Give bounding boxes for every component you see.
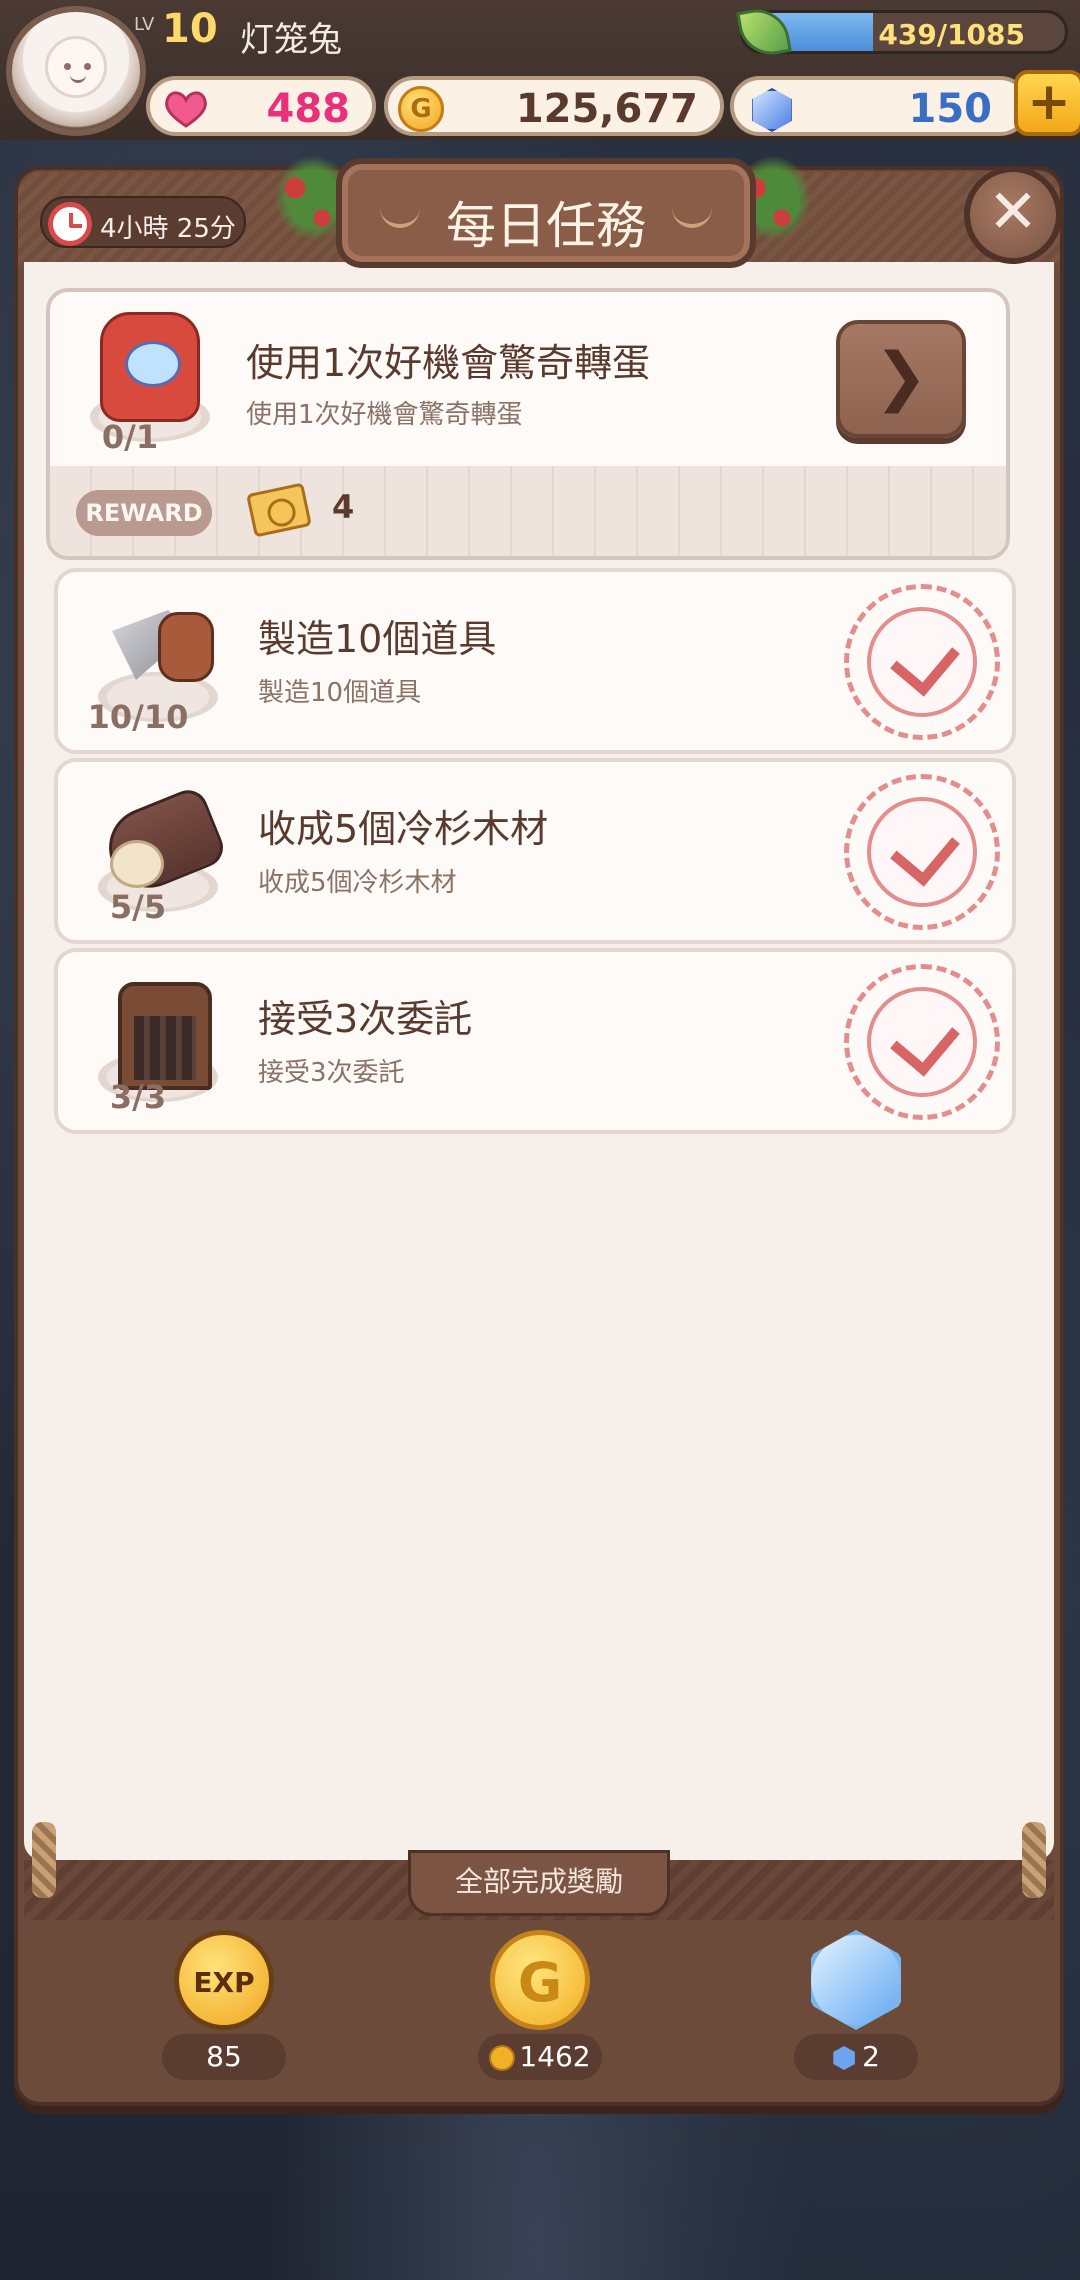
crystal-amount-value: 2 (862, 2040, 880, 2073)
avatar-face (45, 36, 107, 98)
checkmark-icon (890, 625, 960, 697)
completed-stamp-icon (844, 774, 1000, 930)
timer-text: 4小時 25分 (100, 214, 236, 244)
checkmark-icon (890, 1005, 960, 1077)
mini-gem-icon (833, 2046, 855, 2070)
task-card[interactable]: 3/3 接受3次委託 接受3次委託 (54, 948, 1016, 1134)
task-progress: 10/10 (87, 698, 189, 736)
top-hud: LV 10 灯笼兔 439/1085 488 G 125,677 150 + (0, 0, 1080, 140)
task-subtitle: 收成5個冷杉木材 (258, 868, 457, 898)
close-button[interactable]: ✕ (964, 166, 1062, 264)
gold-bar[interactable]: G 125,677 (384, 76, 724, 136)
exp-reward: EXP 85 (134, 1930, 314, 2090)
exp-icon: EXP (174, 1930, 274, 2030)
exp-text: 439/1085 (878, 18, 1025, 51)
avatar-eye (64, 63, 71, 70)
gem-icon (752, 88, 792, 132)
ticket-icon (246, 482, 312, 538)
log-end (110, 840, 164, 888)
task-card[interactable]: 10/10 製造10個道具 製造10個道具 (54, 568, 1016, 754)
cabinet-shape (118, 982, 212, 1090)
crystal-icon (811, 1930, 901, 2030)
gold-coin-icon: G (398, 86, 444, 132)
reward-quantity: 4 (332, 488, 355, 526)
task-progress: 3/3 (109, 1078, 167, 1116)
gold-reward: G 1462 (450, 1930, 630, 2090)
alarm-clock-icon (48, 202, 92, 246)
player-name: 灯笼兔 (240, 20, 342, 60)
level-label: LV (134, 14, 155, 35)
task-progress: 0/1 (101, 418, 159, 456)
stamp-inner (867, 607, 977, 717)
task-subtitle: 接受3次委託 (258, 1058, 405, 1088)
stamp-inner (867, 987, 977, 1097)
crystal-amount: 2 (794, 2034, 918, 2080)
gold-amount: 1462 (478, 2034, 602, 2080)
all-complete-label: 全部完成獎勵 (408, 1850, 670, 1916)
task-subtitle: 製造10個道具 (258, 678, 422, 708)
task-title: 使用1次好機會驚奇轉蛋 (246, 341, 651, 385)
gems-value: 150 (908, 86, 993, 132)
go-to-task-button[interactable]: ❯ (836, 320, 966, 438)
task-card[interactable]: 5/5 收成5個冷杉木材 收成5個冷杉木材 (54, 758, 1016, 944)
gold-amount-value: 1462 (519, 2040, 591, 2073)
stamp-inner (867, 797, 977, 907)
gems-bar[interactable]: 150 (730, 76, 1030, 136)
checkmark-icon (890, 815, 960, 887)
avatar[interactable] (6, 6, 146, 136)
spool-shape (158, 612, 214, 682)
add-currency-button[interactable]: + (1014, 70, 1080, 136)
avatar-eye (84, 63, 91, 70)
exp-amount: 85 (162, 2034, 286, 2080)
completed-stamp-icon (844, 964, 1000, 1120)
rope-icon (1022, 1822, 1046, 1898)
reward-strip: REWARD 4 (50, 466, 1006, 556)
rope-icon (32, 1822, 56, 1898)
task-title: 製造10個道具 (258, 617, 497, 661)
gacha-glass (125, 341, 181, 387)
gold-coin-icon: G (490, 1930, 590, 2030)
crystal-reward: 2 (766, 1930, 946, 2090)
task-subtitle: 使用1次好機會驚奇轉蛋 (246, 400, 523, 430)
gold-value: 125,677 (515, 86, 698, 132)
reward-badge: REWARD (76, 490, 212, 536)
heart-icon (165, 91, 207, 128)
gacha-body (100, 312, 200, 422)
avatar-mouth (70, 75, 86, 83)
timer-pill: 4小時 25分 (40, 196, 246, 248)
task-title: 收成5個冷杉木材 (258, 807, 549, 851)
task-card[interactable]: 0/1 使用1次好機會驚奇轉蛋 使用1次好機會驚奇轉蛋 ❯ REWARD 4 (46, 288, 1010, 560)
completed-stamp-icon (844, 584, 1000, 740)
hearts-value: 488 (266, 86, 351, 132)
mini-coin-icon (489, 2045, 516, 2071)
hearts-bar[interactable]: 488 (146, 76, 376, 136)
level-number: 10 (162, 6, 218, 52)
task-progress: 5/5 (109, 888, 167, 926)
title-plaque: 每日任務 (336, 158, 756, 268)
task-title: 接受3次委託 (258, 997, 473, 1041)
